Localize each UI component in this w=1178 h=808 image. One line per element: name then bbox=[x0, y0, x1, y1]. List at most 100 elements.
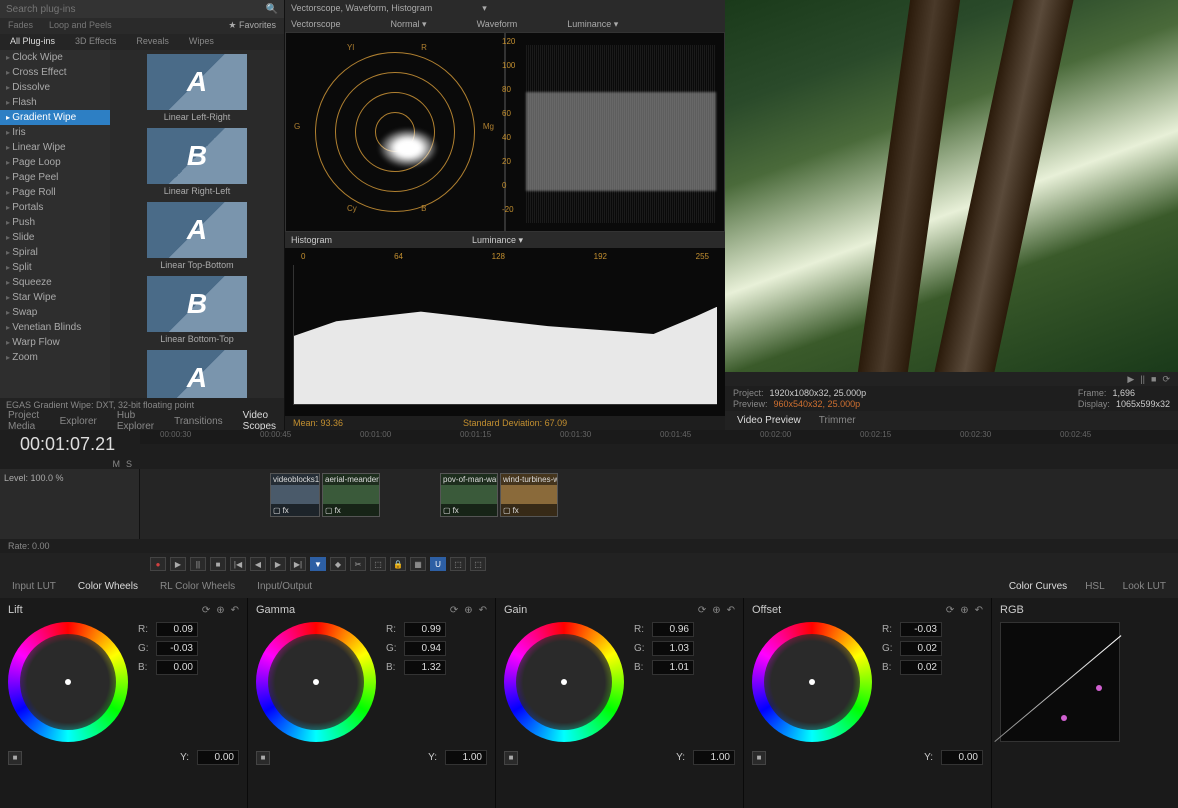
plugin-item-gradient-wipe[interactable]: Gradient Wipe bbox=[0, 110, 110, 125]
g-value[interactable]: 1.03 bbox=[652, 641, 694, 656]
plugin-item-venetian-blinds[interactable]: Venetian Blinds bbox=[0, 320, 110, 335]
record-button[interactable]: ● bbox=[150, 557, 166, 571]
plugin-item-push[interactable]: Push bbox=[0, 215, 110, 230]
color-wheel-control[interactable] bbox=[8, 622, 128, 742]
stop-button[interactable]: ■ bbox=[210, 557, 226, 571]
clip-fx-icon[interactable]: fx bbox=[283, 506, 289, 515]
plugin-item-spiral[interactable]: Spiral bbox=[0, 245, 110, 260]
plugin-item-iris[interactable]: Iris bbox=[0, 125, 110, 140]
next-frame-button[interactable]: ▶ bbox=[270, 557, 286, 571]
search-icon[interactable]: 🔍 bbox=[266, 4, 278, 15]
panel-tab-explorer[interactable]: Explorer bbox=[56, 414, 101, 429]
tab-video-preview[interactable]: Video Preview bbox=[733, 413, 805, 428]
tab-favorites[interactable]: Favorites bbox=[220, 18, 284, 34]
preview-pause-icon[interactable]: || bbox=[1140, 374, 1145, 384]
snap-button[interactable]: ◆ bbox=[330, 557, 346, 571]
reset-icon[interactable]: ⟳ bbox=[450, 605, 458, 616]
y-value[interactable]: 0.00 bbox=[941, 750, 983, 765]
prev-frame-button[interactable]: ◀ bbox=[250, 557, 266, 571]
plugin-item-dissolve[interactable]: Dissolve bbox=[0, 80, 110, 95]
marker-button[interactable]: ▼ bbox=[310, 557, 326, 571]
undo-icon[interactable]: ↶ bbox=[479, 605, 487, 616]
clip-fx-icon[interactable]: fx bbox=[513, 506, 519, 515]
y-reset-icon[interactable]: ■ bbox=[8, 751, 22, 765]
preset-thumb[interactable]: BLinear Right-Left bbox=[114, 128, 280, 196]
vectorscope-mode-dropdown[interactable]: Normal ▾ bbox=[391, 19, 427, 30]
subtab-reveals[interactable]: Reveals bbox=[126, 34, 179, 50]
grid-button[interactable]: ▦ bbox=[410, 557, 426, 571]
g-value[interactable]: 0.94 bbox=[404, 641, 446, 656]
play-button[interactable]: ▶ bbox=[170, 557, 186, 571]
preview-stop-icon[interactable]: ■ bbox=[1151, 374, 1156, 384]
plugin-item-flash[interactable]: Flash bbox=[0, 95, 110, 110]
track-lane[interactable]: videoblocks1▢fxaerial-meandering▢fxpov-o… bbox=[140, 469, 1178, 539]
reset-icon[interactable]: ⟳ bbox=[698, 605, 706, 616]
plugin-item-slide[interactable]: Slide bbox=[0, 230, 110, 245]
color-tab-input-lut[interactable]: Input LUT bbox=[8, 579, 60, 594]
plugin-list[interactable]: Clock WipeCross EffectDissolveFlashGradi… bbox=[0, 50, 110, 398]
plugin-item-warp-flow[interactable]: Warp Flow bbox=[0, 335, 110, 350]
y-value[interactable]: 1.00 bbox=[693, 750, 735, 765]
color-wheel-control[interactable] bbox=[256, 622, 376, 742]
expand-icon[interactable]: ⊕ bbox=[216, 605, 224, 616]
clip-fx-icon[interactable]: ▢ bbox=[273, 506, 281, 515]
panel-tab-transitions[interactable]: Transitions bbox=[170, 414, 227, 429]
color-tab-look-lut[interactable]: Look LUT bbox=[1119, 579, 1170, 594]
plugin-item-clock-wipe[interactable]: Clock Wipe bbox=[0, 50, 110, 65]
plugin-item-page-loop[interactable]: Page Loop bbox=[0, 155, 110, 170]
lock-button[interactable]: 🔒 bbox=[390, 557, 406, 571]
clip-fx-icon[interactable]: ▢ bbox=[503, 506, 511, 515]
reset-icon[interactable]: ⟳ bbox=[202, 605, 210, 616]
tool-button[interactable]: ⬚ bbox=[470, 557, 486, 571]
plugin-item-split[interactable]: Split bbox=[0, 260, 110, 275]
plugin-item-squeeze[interactable]: Squeeze bbox=[0, 275, 110, 290]
histogram-mode-dropdown[interactable]: Luminance ▾ bbox=[472, 235, 523, 246]
color-tab-color-wheels[interactable]: Color Wheels bbox=[74, 579, 142, 594]
underline-button[interactable]: U bbox=[430, 557, 446, 571]
plugin-search-input[interactable] bbox=[6, 4, 262, 15]
y-reset-icon[interactable]: ■ bbox=[256, 751, 270, 765]
tab-loop-peels[interactable]: Loop and Peels bbox=[41, 18, 120, 34]
y-reset-icon[interactable]: ■ bbox=[752, 751, 766, 765]
y-value[interactable]: 0.00 bbox=[197, 750, 239, 765]
subtab-all-plugins[interactable]: All Plug-ins bbox=[0, 34, 65, 50]
tab-trimmer[interactable]: Trimmer bbox=[815, 413, 860, 428]
go-end-button[interactable]: ▶| bbox=[290, 557, 306, 571]
y-reset-icon[interactable]: ■ bbox=[504, 751, 518, 765]
timeline-ruler[interactable]: 00:00:3000:00:4500:01:0000:01:1500:01:30… bbox=[140, 430, 1178, 444]
plugin-item-page-roll[interactable]: Page Roll bbox=[0, 185, 110, 200]
solo-button[interactable]: S bbox=[126, 459, 132, 469]
clip-fx-icon[interactable]: fx bbox=[335, 506, 341, 515]
preset-thumb[interactable]: ALinear Top-Left Diagonal bbox=[114, 350, 280, 398]
ripple-button[interactable]: ⬚ bbox=[370, 557, 386, 571]
color-tab-rl-color-wheels[interactable]: RL Color Wheels bbox=[156, 579, 239, 594]
color-wheel-control[interactable] bbox=[504, 622, 624, 742]
g-value[interactable]: -0.03 bbox=[156, 641, 198, 656]
reset-icon[interactable]: ⟳ bbox=[946, 605, 954, 616]
track-header[interactable]: Level: 100.0 % bbox=[0, 469, 140, 539]
clip-fx-icon[interactable]: ▢ bbox=[443, 506, 451, 515]
preset-thumb[interactable]: ALinear Left-Right bbox=[114, 54, 280, 122]
track-level[interactable]: Level: 100.0 % bbox=[4, 473, 135, 483]
clip-fx-icon[interactable]: ▢ bbox=[325, 506, 333, 515]
timeline-clip[interactable]: pov-of-man-walk-through-sunfl▢fx bbox=[440, 473, 498, 517]
r-value[interactable]: -0.03 bbox=[900, 622, 942, 637]
undo-icon[interactable]: ↶ bbox=[231, 605, 239, 616]
preview-loop-icon[interactable]: ⟳ bbox=[1162, 374, 1170, 385]
waveform-mode-dropdown[interactable]: Luminance ▾ bbox=[567, 19, 618, 30]
expand-icon[interactable]: ⊕ bbox=[464, 605, 472, 616]
b-value[interactable]: 0.02 bbox=[900, 660, 942, 675]
r-value[interactable]: 0.99 bbox=[404, 622, 446, 637]
go-start-button[interactable]: |◀ bbox=[230, 557, 246, 571]
plugin-item-portals[interactable]: Portals bbox=[0, 200, 110, 215]
tool-button[interactable]: ⬚ bbox=[450, 557, 466, 571]
clip-fx-icon[interactable]: fx bbox=[453, 506, 459, 515]
timeline-clip[interactable]: aerial-meandering▢fx bbox=[322, 473, 380, 517]
plugin-item-zoom[interactable]: Zoom bbox=[0, 350, 110, 365]
expand-icon[interactable]: ⊕ bbox=[712, 605, 720, 616]
plugin-item-cross-effect[interactable]: Cross Effect bbox=[0, 65, 110, 80]
preview-play-icon[interactable]: ▶ bbox=[1127, 374, 1134, 385]
r-value[interactable]: 0.09 bbox=[156, 622, 198, 637]
timeline-clip[interactable]: wind-turbines-wi▢fx bbox=[500, 473, 558, 517]
b-value[interactable]: 1.01 bbox=[652, 660, 694, 675]
